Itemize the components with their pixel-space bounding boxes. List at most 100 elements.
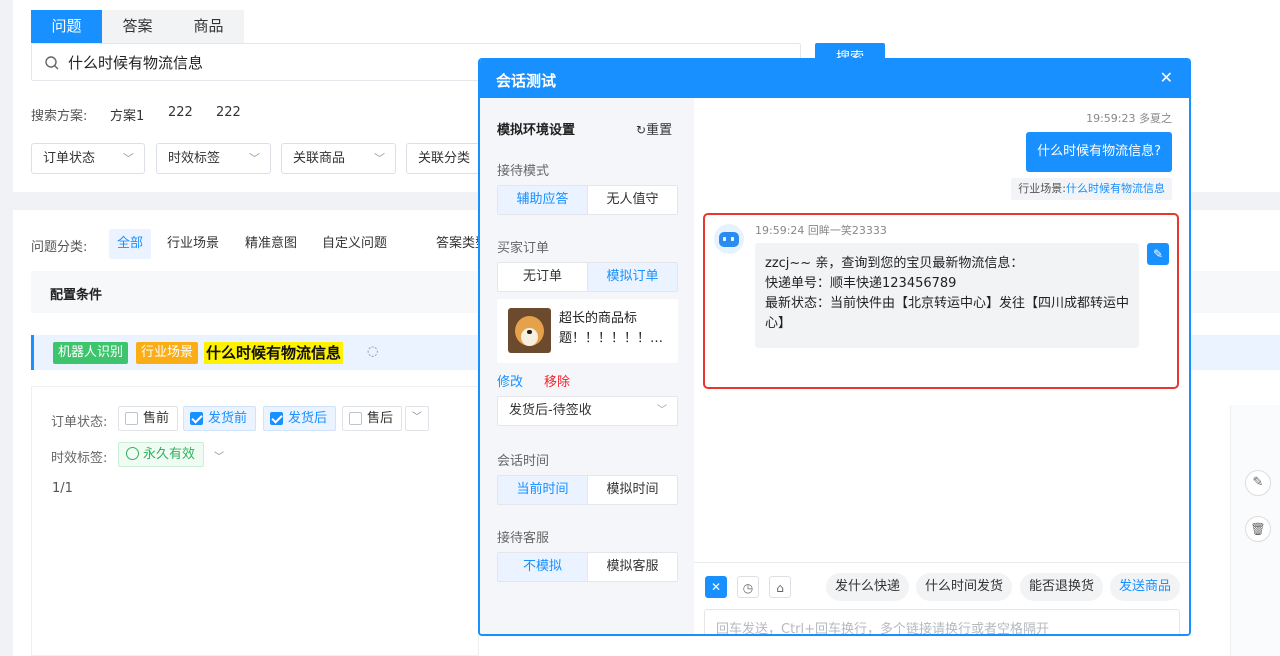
checkbox-label: 售前 [143, 411, 170, 426]
chevron-down-icon[interactable]: ﹀ [214, 448, 224, 463]
clear-icon[interactable]: ✕ [705, 576, 727, 598]
bot-message-line: 快递单号：顺丰快递123456789 [765, 276, 957, 291]
bot-message-meta: 19:59:24 回眸一笑23333 [755, 224, 887, 237]
lightbulb-icon[interactable]: ◌ [367, 344, 378, 359]
session-time-toggle: 当前时间 模拟时间 [497, 475, 678, 505]
scene-badge: 行业场景:什么时候有物流信息 [1011, 178, 1172, 200]
quick-reply-chip[interactable]: 能否退换货 [1020, 573, 1104, 601]
category-intent[interactable]: 精准意图 [237, 229, 305, 259]
buyer-order-label: 买家订单 [497, 241, 550, 256]
order-after-ship-checkbox[interactable]: 发货后 [263, 406, 337, 431]
expand-dropdown[interactable]: ﹀ [405, 406, 429, 431]
order-status-value: 发货后-待签收 [509, 403, 592, 418]
edit-icon[interactable]: ✎ [1245, 470, 1271, 496]
chat-toolbar-divider [694, 562, 1189, 563]
category-custom[interactable]: 自定义问题 [314, 229, 395, 259]
time-tag-value: 永久有效 [143, 447, 196, 462]
checkbox-label: 发货前 [208, 411, 248, 426]
time-mock-option[interactable]: 模拟时间 [587, 476, 677, 504]
service-mock-option[interactable]: 模拟客服 [587, 553, 677, 581]
category-industry[interactable]: 行业场景 [159, 229, 227, 259]
search-plan-item[interactable]: 222 [168, 105, 193, 120]
message-input-placeholder: 回车发送，Ctrl+回车换行，多个链接请换行或者空格隔开 [716, 622, 1050, 636]
tag-icon[interactable]: ◷ [737, 576, 759, 598]
scene-value: 什么时候有物流信息 [1066, 182, 1165, 195]
tab-question[interactable]: 问题 [31, 10, 102, 43]
time-current-option[interactable]: 当前时间 [498, 476, 587, 504]
mode-unattended-option[interactable]: 无人值守 [587, 186, 677, 214]
reception-service-toggle: 不模拟 模拟客服 [497, 552, 678, 582]
chevron-down-icon: ﹀ [249, 152, 260, 165]
edit-message-icon[interactable]: ✎ [1147, 243, 1169, 265]
checkbox-icon [349, 412, 362, 425]
bot-message-bubble: zzcj~~ 亲，查询到您的宝贝最新物流信息： 快递单号：顺丰快递1234567… [755, 243, 1139, 348]
product-remove-link[interactable]: 移除 [544, 371, 570, 390]
product-thumbnail [508, 308, 551, 353]
filter-time-tag[interactable]: 时效标签 ﹀ [156, 143, 271, 174]
modal-header: 会话测试 ✕ [480, 60, 1189, 98]
search-plan-item[interactable]: 方案1 [110, 105, 144, 124]
checkbox-checked-icon [270, 412, 283, 425]
session-time-label: 会话时间 [497, 454, 550, 469]
time-tag-badge: 永久有效 [118, 442, 205, 467]
product-edit-link[interactable]: 修改 [497, 371, 523, 390]
quick-reply-chip[interactable]: 什么时间发货 [916, 573, 1013, 601]
message-input[interactable]: 回车发送，Ctrl+回车换行，多个链接请换行或者空格隔开 Λ [704, 609, 1180, 636]
filter-related-product[interactable]: 关联商品 ﹀ [281, 143, 396, 174]
modal-title: 会话测试 [496, 72, 557, 90]
user-message-bubble: 什么时候有物流信息? [1026, 132, 1172, 172]
order-presale-checkbox[interactable]: 售前 [118, 406, 179, 431]
time-tag-label: 时效标签: [51, 451, 108, 466]
sim-settings-panel: 模拟环境设置 ↻重置 接待模式 辅助应答 无人值守 买家订单 无订单 模拟订单 … [480, 98, 694, 634]
tag-industry: 行业场景 [136, 342, 199, 364]
order-none-option[interactable]: 无订单 [498, 263, 587, 291]
chat-test-modal: 会话测试 ✕ 模拟环境设置 ↻重置 接待模式 辅助应答 无人值守 买家订单 无订… [478, 58, 1191, 636]
category-answer-type: 答案类型 [436, 236, 478, 251]
send-product-chip[interactable]: 发送商品 [1110, 573, 1181, 601]
reception-mode-toggle: 辅助应答 无人值守 [497, 185, 678, 215]
product-title: 超长的商品标题！！！！！！… [559, 311, 664, 346]
category-all[interactable]: 全部 [109, 229, 152, 259]
product-card: 超长的商品标题！！！！！！… [497, 299, 678, 363]
close-icon[interactable]: ✕ [1160, 68, 1173, 87]
filter-order-status[interactable]: 订单状态 ﹀ [31, 143, 145, 174]
search-icon [45, 56, 59, 70]
order-before-ship-checkbox[interactable]: 发货前 [183, 406, 257, 431]
config-title: 配置条件 [50, 288, 103, 303]
chevron-down-icon: ﹀ [657, 405, 667, 416]
delete-icon[interactable]: 🗑 [1245, 516, 1271, 542]
quick-reply-chip[interactable]: 发什么快递 [826, 573, 910, 601]
filter-label: 时效标签 [168, 151, 221, 166]
search-plan-label: 搜索方案: [31, 109, 88, 124]
chevron-down-icon: ﹀ [123, 152, 134, 165]
filter-label: 订单状态 [43, 151, 96, 166]
user-message-meta: 19:59:23 多夏之 [1086, 112, 1172, 125]
bot-message-line: 最新状态：当前快件由【北京转运中心】发往【四川成都转运中心】 [765, 296, 1130, 331]
order-status-select[interactable]: 发货后-待签收 ﹀ [497, 396, 678, 426]
question-text: 什么时候有物流信息 [204, 342, 344, 364]
tab-product[interactable]: 商品 [173, 10, 244, 43]
buyer-order-toggle: 无订单 模拟订单 [497, 262, 678, 292]
order-status-label: 订单状态: [51, 415, 108, 430]
order-aftersale-checkbox[interactable]: 售后 [342, 406, 403, 431]
shop-icon[interactable]: ⌂ [769, 576, 791, 598]
filter-label: 关联商品 [293, 151, 346, 166]
search-input-value: 什么时候有物流信息 [68, 54, 204, 72]
reset-button[interactable]: ↻重置 [636, 119, 672, 138]
category-label: 问题分类: [31, 240, 88, 255]
tag-robot: 机器人识别 [53, 342, 129, 364]
reception-mode-label: 接待模式 [497, 164, 550, 179]
checkbox-label: 售后 [367, 411, 394, 426]
refresh-icon: ↻ [636, 123, 647, 137]
sim-settings-title: 模拟环境设置 [497, 123, 576, 138]
checkbox-icon [125, 412, 138, 425]
service-none-option[interactable]: 不模拟 [498, 553, 587, 581]
chat-panel: 19:59:23 多夏之 什么时候有物流信息? 行业场景:什么时候有物流信息 1… [694, 98, 1189, 636]
tab-answer[interactable]: 答案 [102, 10, 173, 43]
order-mock-option[interactable]: 模拟订单 [587, 263, 677, 291]
search-plan-item[interactable]: 222 [216, 105, 241, 120]
filter-label: 关联分类 [418, 151, 471, 166]
mode-assist-option[interactable]: 辅助应答 [498, 186, 587, 214]
reset-label: 重置 [646, 123, 673, 138]
reception-service-label: 接待客服 [497, 531, 550, 546]
